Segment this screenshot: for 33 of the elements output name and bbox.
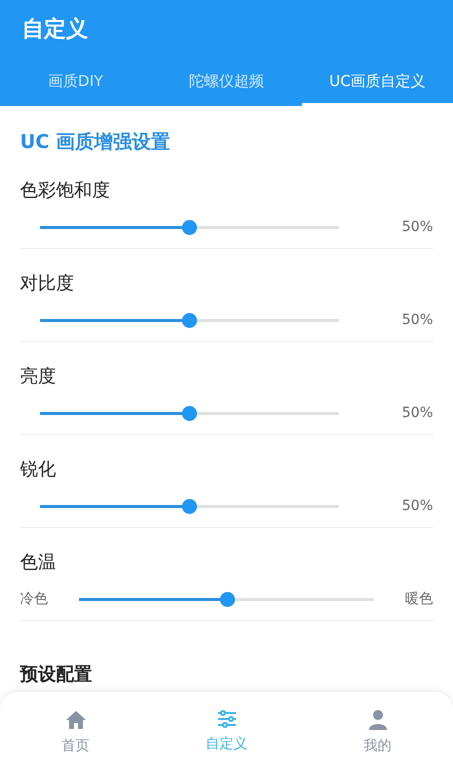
tab[interactable]: UC画质自定义	[302, 58, 453, 106]
home-icon	[64, 710, 86, 730]
slider[interactable]	[40, 498, 339, 514]
slider-thumb[interactable]	[182, 406, 198, 420]
nav-item[interactable]: 自定义	[151, 692, 302, 781]
setting-label: 色彩饱和度	[20, 179, 111, 203]
slider-thumb[interactable]	[182, 312, 198, 328]
nav-item[interactable]: 我的	[302, 692, 453, 781]
slider[interactable]	[79, 592, 374, 606]
setting-label: 锐化	[20, 458, 57, 482]
min-label: 冷色	[20, 590, 48, 608]
nav-item[interactable]: 首页	[0, 692, 151, 781]
value-text: 50%	[402, 218, 433, 236]
setting-label: 对比度	[20, 272, 75, 296]
setting-label: 色温	[20, 551, 57, 575]
setting-label: 亮度	[20, 365, 57, 389]
tab[interactable]: 陀螺仪超频	[151, 58, 302, 106]
slider[interactable]	[40, 406, 339, 420]
tab[interactable]: 画质DIY	[0, 58, 151, 106]
max-label: 暖色	[405, 590, 433, 608]
sliders-icon	[216, 710, 236, 728]
slider[interactable]	[40, 220, 339, 234]
slider[interactable]	[40, 312, 339, 328]
value-text: 50%	[402, 404, 433, 422]
value-text: 50%	[402, 496, 433, 516]
section-title: 预设配置	[20, 663, 93, 687]
slider-thumb[interactable]	[182, 498, 198, 514]
person-icon	[368, 710, 386, 730]
value-text: 50%	[402, 310, 433, 330]
app-bar-title: 自定义	[22, 16, 88, 44]
slider-thumb[interactable]	[182, 220, 198, 234]
section-title: UC 画质增强设置	[20, 130, 171, 155]
slider-thumb[interactable]	[220, 592, 234, 606]
